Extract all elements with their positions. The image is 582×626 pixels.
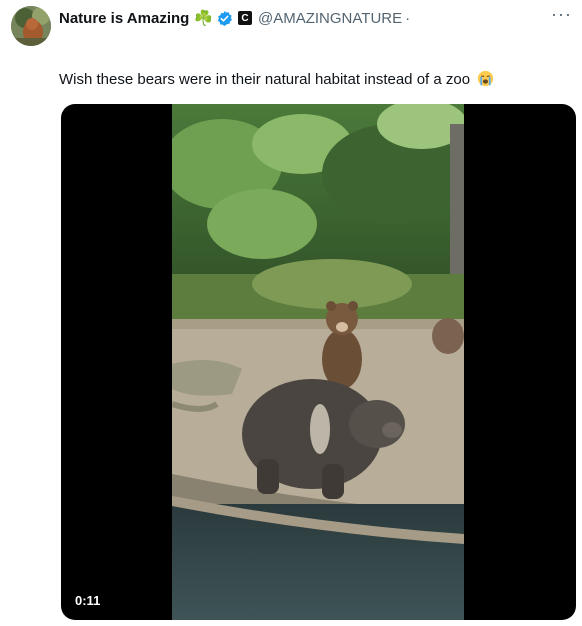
verified-check-icon: [216, 10, 233, 27]
video-frame[interactable]: [162, 104, 467, 620]
avatar[interactable]: [11, 6, 51, 46]
tweet-text-content: Wish these bears were in their natural h…: [59, 71, 471, 88]
author-meta: Nature is Amazing ☘️ C @AMAZINGNATURE ·: [59, 9, 411, 28]
tweet-text: Wish these bears were in their natural h…: [59, 70, 494, 88]
video-player[interactable]: 0:11: [61, 104, 576, 620]
clover-emoji: ☘️: [194, 10, 213, 27]
separator-dot: ·: [405, 9, 411, 27]
tweet-header: Nature is Amazing ☘️ C @AMAZINGNATURE · …: [11, 5, 572, 46]
video-duration: 0:11: [69, 591, 107, 610]
author-handle[interactable]: @AMAZINGNATURE: [258, 10, 402, 27]
more-options-icon[interactable]: ···: [551, 5, 572, 23]
affiliate-c-icon[interactable]: C: [238, 11, 252, 25]
author-name[interactable]: Nature is Amazing: [59, 10, 189, 27]
loudly-crying-face-icon: [477, 70, 494, 87]
